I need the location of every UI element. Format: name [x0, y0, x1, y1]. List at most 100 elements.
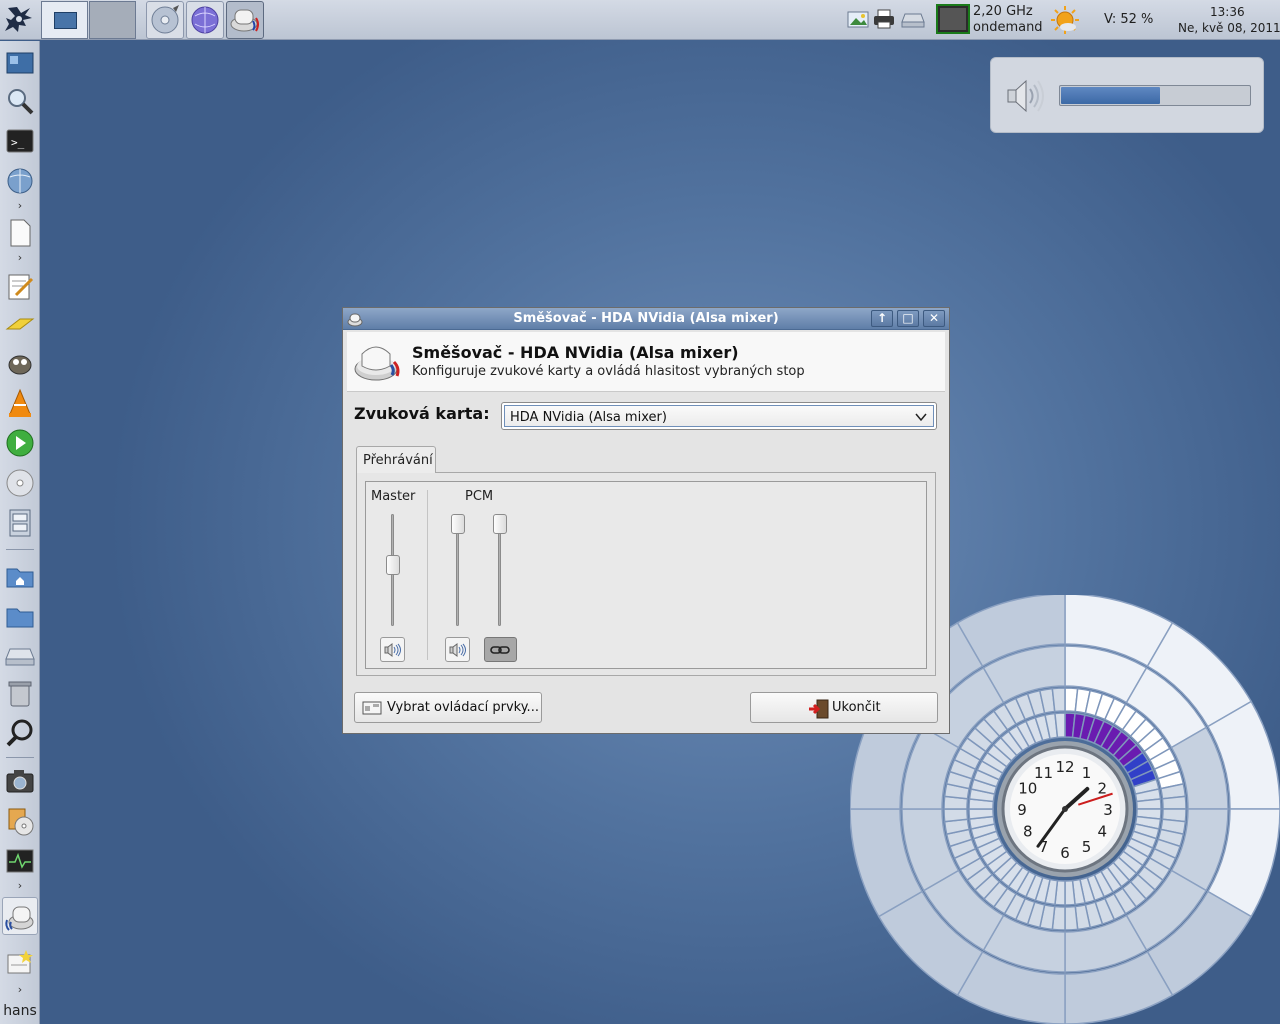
clock-numeral: 3	[1103, 801, 1113, 819]
header-title: Směšovač - HDA NVidia (Alsa mixer)	[412, 343, 739, 362]
clock-numeral: 6	[1060, 844, 1070, 862]
second-segment	[1054, 712, 1066, 739]
home-folder-icon[interactable]	[4, 559, 36, 591]
volume-osd	[990, 57, 1264, 133]
sound-card-select[interactable]: HDA NVidia (Alsa mixer)	[501, 402, 937, 430]
expand-arrow[interactable]: ›	[0, 199, 40, 213]
search-icon[interactable]	[4, 717, 36, 749]
speaker-icon	[449, 643, 466, 657]
pcm-left-volume-slider[interactable]	[451, 514, 465, 534]
left-panel: >_ › › › › hans	[0, 41, 40, 1024]
channel-separator	[427, 490, 428, 660]
drive-icon[interactable]	[4, 639, 36, 671]
clock-numeral: 11	[1034, 764, 1053, 782]
select-controls-label: Vybrat ovládací prvky...	[387, 700, 539, 715]
exit-icon	[808, 699, 830, 723]
file-cabinet-icon[interactable]	[4, 507, 36, 539]
clock-numeral: 5	[1082, 838, 1092, 856]
clock-date[interactable]: Ne, kvě 08, 2011	[1178, 20, 1280, 36]
minute-segment	[943, 808, 969, 823]
quit-label: Ukončit	[832, 700, 881, 715]
speaker-icon	[1005, 78, 1047, 114]
select-controls-button[interactable]: Vybrat ovládací prvky...	[354, 692, 542, 723]
task-web-browser[interactable]	[186, 1, 224, 39]
clock-numeral: 1	[1082, 764, 1092, 782]
printer-icon[interactable]	[872, 8, 896, 30]
clock-numeral: 2	[1097, 780, 1107, 798]
clock-numeral: 8	[1023, 823, 1033, 841]
drive-icon[interactable]	[901, 8, 925, 30]
xfce-mouse-icon[interactable]	[3, 4, 37, 36]
task-audio-mixer[interactable]	[226, 1, 264, 39]
clock-numeral: 9	[1017, 801, 1027, 819]
search-icon[interactable]	[4, 85, 36, 117]
master-volume-slider[interactable]	[386, 555, 400, 576]
web-browser-icon	[191, 6, 219, 34]
second-segment	[1135, 798, 1162, 810]
chain-link-icon	[490, 646, 510, 654]
expand-arrow[interactable]: ›	[0, 251, 40, 265]
document-icon[interactable]	[4, 217, 36, 249]
notes-icon[interactable]	[4, 947, 36, 979]
camera-icon[interactable]	[4, 765, 36, 797]
media-player-icon[interactable]	[4, 427, 36, 459]
master-mute-button[interactable]	[380, 637, 405, 662]
cd-icon[interactable]	[4, 467, 36, 499]
weather-icon[interactable]	[1050, 5, 1080, 35]
minute-segment	[1064, 905, 1079, 931]
clock-time[interactable]: 13:36	[1210, 4, 1245, 20]
maximize-button[interactable]: □	[897, 310, 919, 327]
pcm-lock-channels-button[interactable]	[484, 637, 517, 662]
window-title: Směšovač - HDA NVidia (Alsa mixer)	[513, 311, 779, 326]
tab-playback-label: Přehrávání	[363, 453, 433, 468]
cpu-governor: ondemand	[973, 20, 1043, 35]
image-viewer-icon[interactable]	[846, 8, 870, 30]
cpu-frequency: 2,20 GHz	[973, 4, 1033, 19]
disc-burner-icon	[151, 5, 179, 34]
gimp-icon[interactable]	[4, 347, 36, 379]
workspace-2[interactable]	[89, 1, 136, 39]
master-channel-label: Master	[371, 489, 416, 504]
mixer-dialog: Směšovač - HDA NVidia (Alsa mixer) ↑ □ ✕…	[342, 307, 950, 734]
clock-numeral: 4	[1097, 823, 1107, 841]
workspace-1[interactable]	[41, 1, 88, 39]
quit-button[interactable]: Ukončit	[750, 692, 938, 723]
folder-icon[interactable]	[4, 599, 36, 631]
top-panel: 2,20 GHz ondemand V: 52 % 13:36 Ne, kvě …	[0, 0, 1280, 40]
header-subtitle: Konfiguruje zvukové karty a ovládá hlasi…	[412, 364, 805, 379]
disc-burner-icon[interactable]	[4, 805, 36, 837]
task-disc-burner[interactable]	[146, 1, 184, 39]
show-desktop-icon[interactable]	[4, 47, 36, 79]
text-editor-icon[interactable]	[4, 271, 36, 303]
pcm-right-volume-slider[interactable]	[493, 514, 507, 534]
controls-icon	[362, 700, 382, 720]
svg-text:>_: >_	[11, 136, 25, 149]
mixer-channels: Master PCM	[365, 481, 927, 669]
sound-card-value: HDA NVidia (Alsa mixer)	[510, 410, 667, 425]
speaker-icon	[384, 643, 401, 657]
title-bar[interactable]: Směšovač - HDA NVidia (Alsa mixer) ↑ □ ✕	[343, 308, 949, 330]
network-icon[interactable]	[4, 165, 36, 197]
pcm-mute-button[interactable]	[445, 637, 470, 662]
audio-mixer-icon	[353, 340, 403, 384]
dialog-header: Směšovač - HDA NVidia (Alsa mixer) Konfi…	[347, 332, 945, 392]
close-button[interactable]: ✕	[923, 310, 945, 327]
expand-arrow[interactable]: ›	[0, 983, 40, 997]
expand-arrow[interactable]: ›	[0, 879, 40, 893]
cpu-monitor-icon[interactable]	[936, 4, 970, 34]
audio-mixer-icon[interactable]	[2, 897, 38, 935]
trash-icon[interactable]	[4, 677, 36, 709]
mail-icon[interactable]	[4, 309, 36, 341]
shade-button[interactable]: ↑	[871, 310, 893, 327]
user-name[interactable]: hans	[0, 998, 40, 1024]
second-segment	[968, 808, 995, 820]
vlc-icon[interactable]	[4, 387, 36, 419]
clock-center	[1062, 806, 1068, 812]
second-segment	[1064, 879, 1076, 906]
system-monitor-icon[interactable]	[4, 845, 36, 877]
clock-numeral: 10	[1018, 780, 1037, 798]
volume-indicator[interactable]: V: 52 %	[1104, 12, 1153, 28]
sound-card-label: Zvuková karta:	[354, 404, 490, 423]
tab-playback[interactable]: Přehrávání	[356, 446, 436, 473]
terminal-icon[interactable]: >_	[4, 125, 36, 157]
